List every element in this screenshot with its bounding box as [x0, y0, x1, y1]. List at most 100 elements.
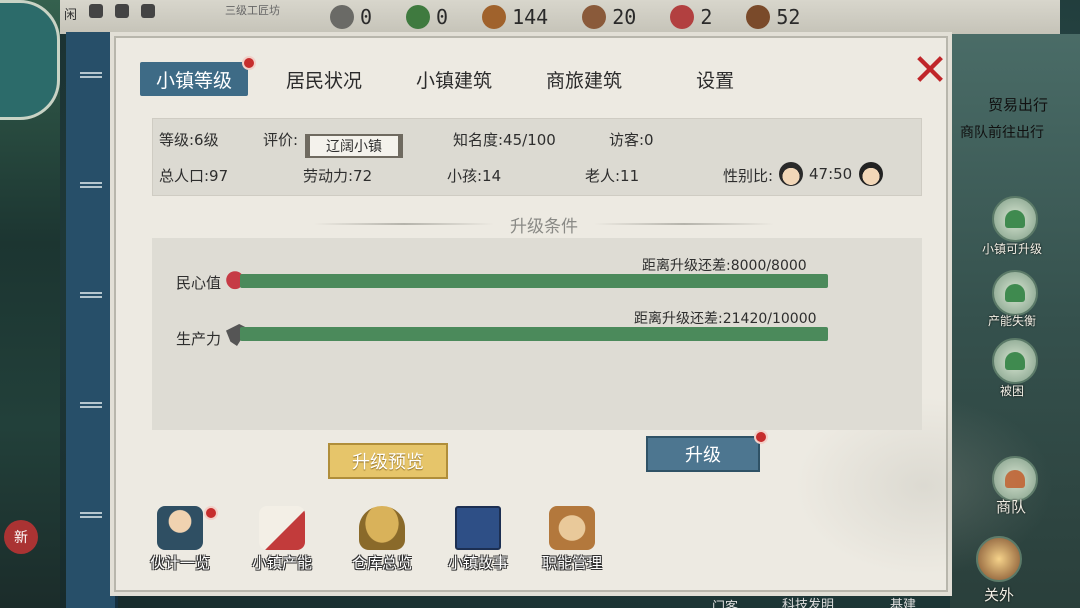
- notification-dot: [204, 506, 218, 520]
- frontier-label: 关外: [984, 586, 1015, 604]
- tab-label: 商旅建筑: [546, 70, 623, 92]
- frontier-button[interactable]: [976, 536, 1022, 582]
- tab-label: 小镇等级: [156, 70, 233, 92]
- toolbar-label: 职能管理: [541, 554, 602, 572]
- bell-icon: [1005, 352, 1025, 370]
- left-scene-strip: 新: [0, 0, 60, 608]
- resource-food: 52: [746, 5, 800, 29]
- resource-ore: 20: [582, 5, 636, 29]
- divider: [594, 223, 774, 225]
- tab-settings[interactable]: 设置: [680, 62, 750, 96]
- guests-label[interactable]: 门客: [712, 596, 738, 608]
- spine-stitch: [80, 402, 102, 408]
- tab-residents[interactable]: 居民状况: [270, 62, 378, 96]
- tab-label: 居民状况: [286, 70, 363, 92]
- toolbar-label: 仓库总览: [351, 554, 412, 572]
- productivity-label: 生产力: [176, 330, 222, 348]
- capacity-imbalance-label: 产能失衡: [988, 314, 1037, 328]
- visitors-text: 访客:0: [609, 131, 654, 149]
- granary-icon: [359, 506, 405, 550]
- tech-label[interactable]: 科技发明: [782, 594, 834, 608]
- herb-icon: [406, 5, 431, 29]
- new-badge[interactable]: 新: [4, 520, 38, 554]
- conditions-title-text: 升级条件: [510, 216, 578, 237]
- infrastructure-label[interactable]: 基建: [890, 594, 916, 608]
- food-icon: [746, 5, 771, 29]
- toolbar-workers[interactable]: 伙计一览: [140, 506, 220, 582]
- worker-icon: [157, 506, 203, 550]
- toolbar-label: 小镇故事: [447, 554, 508, 572]
- female-icon: [859, 162, 883, 186]
- tools-icon: [330, 5, 354, 29]
- trade-sub-label: 商队前往出行: [960, 125, 1044, 141]
- spine-stitch: [80, 182, 102, 188]
- rating-tag: 辽阔小镇: [305, 134, 403, 158]
- bell-icon: [1005, 284, 1025, 302]
- resource-herb-value: 0: [436, 5, 449, 29]
- tab-label: 设置: [696, 70, 735, 92]
- conditions-title: 升级条件: [314, 212, 774, 237]
- caravan-label: 商队: [996, 498, 1027, 516]
- upgrade-button[interactable]: 升级: [646, 430, 768, 472]
- resource-cloth-value: 2: [700, 5, 713, 29]
- gold-mini-icon[interactable]: [141, 4, 156, 18]
- productivity-progress-bar: [240, 327, 828, 341]
- ore-icon: [582, 5, 607, 29]
- morale-progress-fill: [240, 274, 828, 288]
- divider: [314, 223, 494, 225]
- tab-town-level[interactable]: 小镇等级: [140, 56, 257, 96]
- elders-text: 老人:11: [585, 167, 640, 185]
- trapped-label: 被困: [1000, 384, 1025, 398]
- resource-herb: 0: [406, 5, 448, 29]
- town-info-box: 等级:6级 评价: 辽阔小镇 知名度:45/100 访客:0 总人口:97 劳动…: [152, 118, 922, 196]
- toolbar-label: 小镇产能: [251, 554, 312, 572]
- resource-wood: 144: [482, 5, 548, 29]
- trade-label[interactable]: 贸易出行: [988, 94, 1048, 115]
- tab-label: 小镇建筑: [416, 70, 493, 92]
- conditions-box: 距离升级还差:8000/8000 民心值 距离升级还差:21420/10000 …: [152, 238, 922, 430]
- book-icon: [455, 506, 501, 550]
- toolbar-warehouse[interactable]: 仓库总览: [342, 506, 422, 582]
- level-text: 等级:6级: [159, 131, 219, 149]
- settings-mini-icon[interactable]: [89, 4, 104, 18]
- fame-text: 知名度:45/100: [453, 131, 556, 149]
- resource-ore-value: 20: [612, 5, 637, 29]
- wood-icon: [482, 5, 507, 29]
- spine-stitch: [80, 292, 102, 298]
- spine-stitch: [80, 72, 102, 78]
- morale-label: 民心值: [176, 274, 222, 292]
- morale-need-text: 距离升级还差:8000/8000: [642, 258, 807, 274]
- trapped-button[interactable]: [992, 338, 1038, 384]
- toolbar-label: 伙计一览: [149, 554, 210, 572]
- labor-text: 劳动力:72: [303, 167, 373, 185]
- morale-progress-bar: [240, 274, 828, 288]
- children-text: 小孩:14: [447, 167, 502, 185]
- minimap[interactable]: [0, 0, 60, 120]
- close-button[interactable]: ✕: [910, 45, 950, 96]
- bottom-toolbar: 伙计一览 小镇产能 仓库总览 小镇故事 职能管理: [140, 506, 940, 584]
- bell-icon: [1005, 210, 1025, 228]
- tab-town-buildings[interactable]: 小镇建筑: [400, 62, 508, 96]
- target-mini-icon[interactable]: [115, 4, 130, 18]
- resource-tools-value: 0: [360, 5, 373, 29]
- hud-left-icons: 闲: [64, 4, 156, 23]
- toolbar-capacity[interactable]: 小镇产能: [242, 506, 322, 582]
- productivity-progress-fill: [240, 327, 828, 341]
- resource-tools: 0: [330, 5, 372, 29]
- caravan-icon: [1005, 470, 1025, 488]
- rating-value: 辽阔小镇: [326, 139, 382, 155]
- tab-trade-buildings[interactable]: 商旅建筑: [530, 62, 638, 96]
- idle-label[interactable]: 闲: [64, 4, 77, 23]
- upgrade-button-label: 升级: [685, 445, 721, 466]
- toolbar-roles[interactable]: 职能管理: [532, 506, 612, 582]
- rating-label: 评价:: [263, 131, 299, 149]
- male-icon: [779, 162, 803, 186]
- capacity-imbalance-button[interactable]: [992, 270, 1038, 316]
- resource-cloth: 2: [670, 5, 712, 29]
- gender-value: 47:50: [809, 165, 853, 183]
- upgrade-preview-button[interactable]: 升级预览: [328, 443, 448, 479]
- town-upgrade-button[interactable]: [992, 196, 1038, 242]
- toolbar-stories[interactable]: 小镇故事: [438, 506, 518, 582]
- notification-dot: [242, 56, 257, 70]
- tab-bar: 小镇等级 居民状况 小镇建筑 商旅建筑 设置: [140, 56, 750, 96]
